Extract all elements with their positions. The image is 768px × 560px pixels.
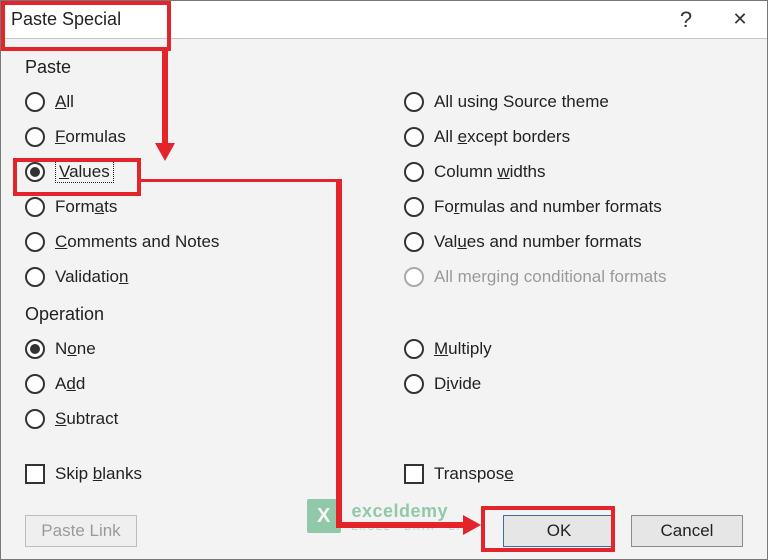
radio-icon — [25, 92, 45, 112]
help-button[interactable]: ? — [659, 1, 713, 39]
checkbox-icon — [404, 464, 424, 484]
radio-icon — [25, 374, 45, 394]
radio-icon — [404, 162, 424, 182]
radio-icon — [25, 267, 45, 287]
operation-options: None Add Subtract Multiply Divide — [25, 331, 743, 436]
radio-label: All merging conditional formats — [434, 267, 666, 287]
radio-label: Formats — [55, 197, 117, 217]
radio-add[interactable]: Add — [25, 366, 364, 401]
skip-blanks-checkbox[interactable]: Skip blanks — [25, 456, 364, 491]
radio-label: Values — [55, 161, 114, 183]
radio-values-and-number-formats[interactable]: Values and number formats — [404, 224, 743, 259]
radio-formulas[interactable]: Formulas — [25, 119, 364, 154]
paste-link-button: Paste Link — [25, 515, 137, 547]
paste-group-label: Paste — [25, 57, 743, 78]
radio-label: All using Source theme — [434, 92, 609, 112]
radio-label: Validation — [55, 267, 128, 287]
radio-label: All except borders — [434, 127, 570, 147]
radio-label: Formulas and number formats — [434, 197, 662, 217]
radio-comments-and-notes[interactable]: Comments and Notes — [25, 224, 364, 259]
radio-all-merging-conditional-formats: All merging conditional formats — [404, 259, 743, 294]
radio-column-widths[interactable]: Column widths — [404, 154, 743, 189]
paste-special-dialog: Paste Special ? ✕ Paste All Formulas Value… — [0, 0, 768, 560]
radio-multiply[interactable]: Multiply — [404, 331, 743, 366]
radio-icon — [25, 339, 45, 359]
radio-values[interactable]: Values — [25, 154, 364, 189]
radio-subtract[interactable]: Subtract — [25, 401, 364, 436]
radio-formulas-and-number-formats[interactable]: Formulas and number formats — [404, 189, 743, 224]
radio-label: Comments and Notes — [55, 232, 219, 252]
radio-label: Values and number formats — [434, 232, 642, 252]
radio-label: Formulas — [55, 127, 126, 147]
window-title: Paste Special — [1, 5, 131, 34]
ok-button[interactable]: OK — [503, 515, 615, 547]
title-bar: Paste Special ? ✕ — [1, 1, 767, 39]
radio-label: Divide — [434, 374, 481, 394]
radio-all[interactable]: All — [25, 84, 364, 119]
close-button[interactable]: ✕ — [713, 1, 767, 39]
radio-icon — [404, 374, 424, 394]
checkbox-icon — [25, 464, 45, 484]
radio-icon — [404, 267, 424, 287]
radio-icon — [404, 339, 424, 359]
radio-none[interactable]: None — [25, 331, 364, 366]
radio-all-using-source-theme[interactable]: All using Source theme — [404, 84, 743, 119]
radio-icon — [25, 409, 45, 429]
radio-icon — [404, 92, 424, 112]
dialog-content: Paste All Formulas Values Formats Comments a… — [1, 39, 767, 491]
cancel-button[interactable]: Cancel — [631, 515, 743, 547]
radio-label: All — [55, 92, 74, 112]
radio-all-except-borders[interactable]: All except borders — [404, 119, 743, 154]
paste-options: All Formulas Values Formats Comments and Not… — [25, 84, 743, 294]
radio-label: Column widths — [434, 162, 546, 182]
radio-label: Subtract — [55, 409, 118, 429]
button-row: Paste Link OK Cancel — [1, 515, 767, 547]
radio-icon — [25, 232, 45, 252]
radio-icon — [25, 197, 45, 217]
radio-icon — [404, 127, 424, 147]
radio-validation[interactable]: Validation — [25, 259, 364, 294]
radio-label: Add — [55, 374, 85, 394]
radio-label: None — [55, 339, 96, 359]
bottom-checks: Skip blanks Transpose — [25, 456, 743, 491]
radio-label: Multiply — [434, 339, 492, 359]
radio-divide[interactable]: Divide — [404, 366, 743, 401]
transpose-checkbox[interactable]: Transpose — [404, 456, 743, 491]
transpose-label: Transpose — [434, 464, 514, 484]
radio-icon — [25, 127, 45, 147]
close-icon: ✕ — [732, 9, 747, 30]
radio-icon — [404, 232, 424, 252]
skip-blanks-label: Skip blanks — [55, 464, 142, 484]
radio-formats[interactable]: Formats — [25, 189, 364, 224]
radio-icon — [25, 162, 45, 182]
radio-icon — [404, 197, 424, 217]
operation-group-label: Operation — [25, 304, 743, 325]
